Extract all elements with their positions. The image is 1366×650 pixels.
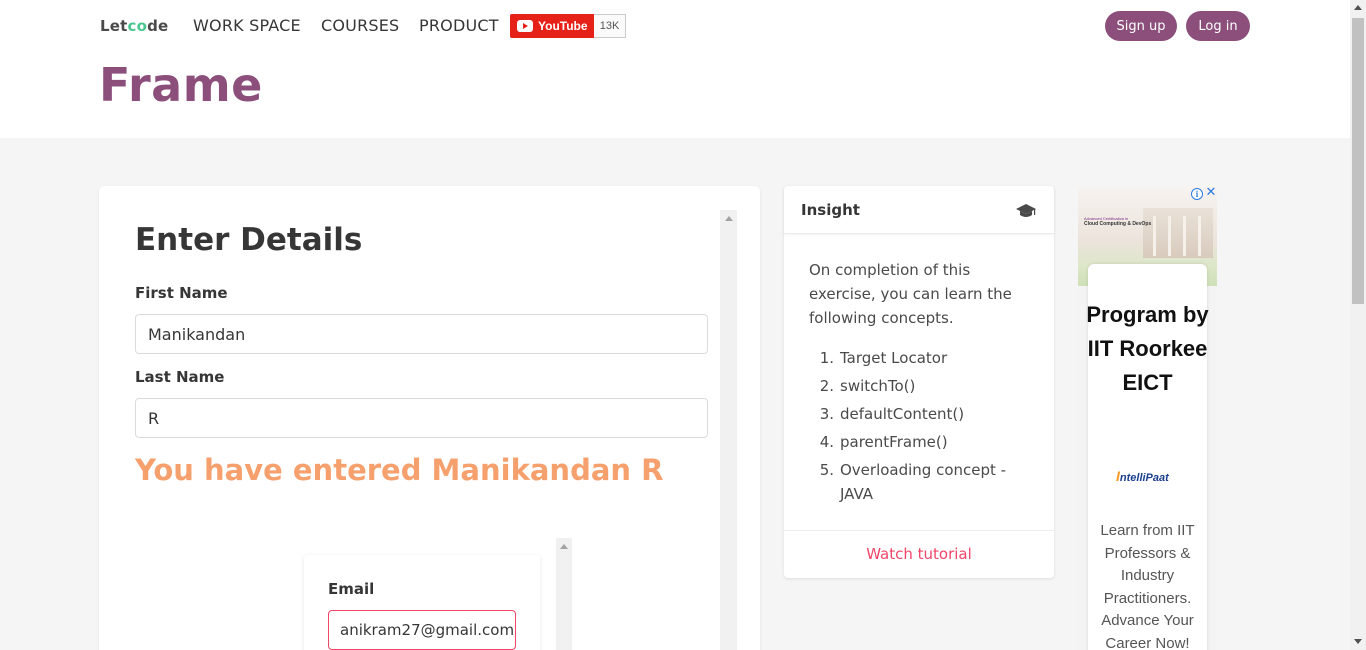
nav-workspace[interactable]: WORK SPACE [193, 16, 301, 35]
ad-close-icon[interactable]: ✕ [1205, 186, 1217, 200]
ad-headline[interactable]: Program by IIT Roorkee EICT [1078, 298, 1217, 400]
last-name-input[interactable]: R [135, 398, 708, 438]
last-name-label: Last Name [135, 368, 225, 386]
nav-courses[interactable]: COURSES [321, 16, 399, 35]
youtube-subscriber-count: 13K [594, 14, 626, 38]
list-item: 2. switchTo() [819, 377, 916, 395]
login-button[interactable]: Log in [1186, 11, 1250, 41]
list-item: 1. Target Locator [819, 349, 948, 367]
ad-building-column [1183, 216, 1186, 256]
advertisement[interactable]: Advanced Certification in Cloud Computin… [1078, 186, 1217, 650]
nested-frame-scrollbar[interactable] [556, 538, 572, 650]
intellipaat-logo: IntelliPaat [1116, 468, 1169, 484]
youtube-label: YouTube [538, 19, 588, 33]
watch-tutorial-link[interactable]: Watch tutorial [784, 545, 1054, 563]
youtube-play-icon [517, 20, 533, 32]
ad-building-column [1198, 216, 1201, 256]
first-name-input[interactable]: Manikandan [135, 314, 708, 354]
scroll-up-arrow-icon[interactable] [1354, 5, 1362, 10]
scroll-down-arrow-icon[interactable] [1354, 639, 1362, 644]
page-scrollbar[interactable] [1350, 0, 1366, 650]
letcode-logo[interactable]: Letcode [100, 17, 168, 35]
nav-product[interactable]: PRODUCT [419, 16, 499, 35]
signup-button[interactable]: Sign up [1105, 11, 1177, 41]
ad-building-column [1153, 216, 1156, 256]
ad-description[interactable]: Learn from IIT Professors & Industry Pra… [1078, 520, 1217, 650]
ad-banner-line2: Cloud Computing & DevOps [1084, 221, 1152, 227]
youtube-subscribe[interactable]: YouTube 13K [510, 14, 626, 38]
insight-header: Insight [784, 186, 1054, 234]
first-name-label: First Name [135, 284, 228, 302]
insight-card: Insight On completion of this exercise, … [784, 186, 1054, 578]
top-hero: Letcode WORK SPACE COURSES PRODUCT YouTu… [0, 0, 1350, 138]
youtube-button[interactable]: YouTube [510, 14, 594, 38]
scroll-up-arrow-icon[interactable] [560, 544, 568, 549]
list-item: 4. parentFrame() [819, 433, 948, 451]
frame-scrollbar[interactable] [720, 210, 737, 650]
email-input[interactable]: anikram27@gmail.com [328, 610, 516, 650]
scroll-up-arrow-icon[interactable] [725, 216, 733, 221]
insight-concept-list: 1. Target Locator 2. switchTo() 3. defaultC… [809, 346, 1035, 510]
logo-text-accent: co [127, 17, 148, 35]
logo-text-pre: Let [100, 17, 128, 35]
list-item: 3. defaultContent() [819, 405, 965, 423]
ad-building-column [1168, 216, 1171, 256]
page-title: Frame [99, 58, 263, 112]
logo-text-post: de [147, 17, 169, 35]
scrollbar-thumb[interactable] [1352, 18, 1364, 304]
entered-result-text: You have entered Manikandan R [135, 453, 664, 487]
insight-footer: Watch tutorial [784, 530, 1054, 578]
email-label: Email [328, 580, 375, 598]
ad-info-icon[interactable]: i [1191, 188, 1203, 200]
form-heading: Enter Details [135, 222, 363, 258]
insight-intro: On completion of this exercise, you can … [809, 261, 1012, 327]
insight-title: Insight [801, 201, 860, 219]
graduation-cap-icon[interactable] [1016, 203, 1036, 219]
list-item: 5. Overloading concept - JAVA [819, 461, 1007, 503]
